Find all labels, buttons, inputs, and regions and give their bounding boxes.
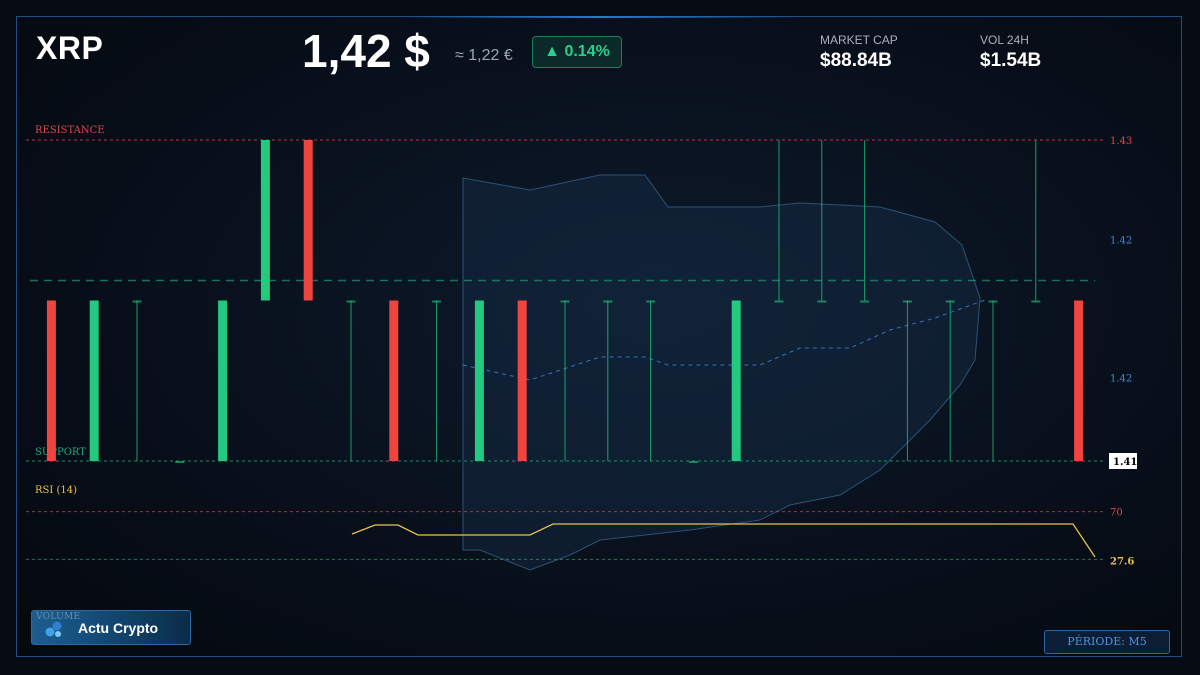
current-price-label: 1.41 (1113, 457, 1137, 468)
candle-up (260, 140, 270, 301)
candle-down (1074, 300, 1084, 461)
rsi-tick-label: 27.6 (1110, 556, 1134, 567)
crypto-logo-icon (45, 621, 62, 637)
candle-up (603, 300, 613, 303)
resistance-label: RESISTANCE (35, 125, 105, 136)
candle-up (175, 461, 185, 463)
candle-down (389, 300, 399, 461)
candle-up (774, 300, 784, 303)
candle-up (945, 300, 955, 303)
candle-up (817, 300, 827, 303)
candle-up (1031, 300, 1041, 303)
candle-down (303, 140, 313, 301)
candle-up (646, 300, 656, 303)
candle-up (688, 461, 698, 463)
price-tick-label: 1.42 (1110, 374, 1132, 385)
candle-down (46, 300, 56, 461)
rsi-title: RSI (14) (35, 485, 77, 496)
candle-up (902, 300, 912, 303)
volatility-band (462, 174, 981, 571)
candle-up (432, 300, 442, 303)
candle-up (474, 300, 484, 461)
price-tick-label: 1.43 (1110, 136, 1132, 147)
brand-name: Actu Crypto (78, 620, 159, 636)
candle-up (860, 300, 870, 303)
candle-down (517, 300, 527, 461)
candle-up (560, 300, 570, 303)
price-chart: RESISTANCE SUPPORT 1.43 1.42 1.42 1.41 RSI (14… (26, 125, 1137, 571)
price-tick-label: 1.42 (1110, 236, 1132, 247)
candle-up (731, 300, 741, 461)
candle-up (218, 300, 228, 461)
candle-up (988, 300, 998, 303)
candle-up (346, 300, 356, 303)
support-label: SUPPORT (35, 447, 86, 458)
period-selector[interactable]: PÉRIODE: M5 (1044, 630, 1170, 654)
volume-label: VOLUME (36, 612, 81, 622)
candle-up (132, 300, 142, 303)
candle-up (89, 300, 99, 461)
rsi-tick-label: 70 (1110, 508, 1123, 519)
